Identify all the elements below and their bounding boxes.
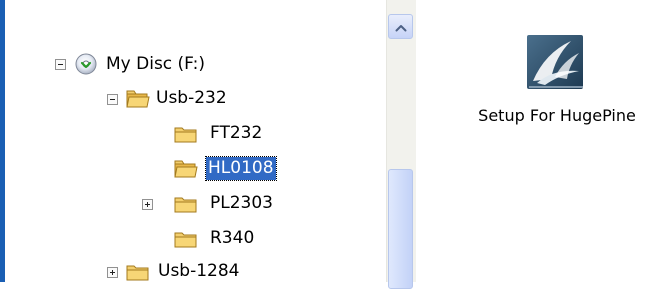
expand-toggle[interactable] — [107, 267, 118, 278]
shortcut-label[interactable]: Setup For HugePine — [462, 106, 652, 125]
tree-node-label[interactable]: FT232 — [208, 122, 264, 145]
desktop-shortcut-setup[interactable]: Setup For HugePine — [462, 28, 652, 138]
setup-app-icon — [525, 31, 587, 98]
folder-open-icon — [126, 89, 150, 114]
tree-node-my-disc[interactable]: My Disc (F:) — [55, 52, 275, 78]
scroll-up-button[interactable] — [388, 14, 413, 39]
tree-node-label[interactable]: R340 — [208, 227, 256, 250]
scroll-up-arrow-icon — [395, 17, 407, 37]
tree-node-usb-232[interactable]: Usb-232 — [107, 87, 307, 113]
tree-node-ft232[interactable]: FT232 — [174, 122, 314, 148]
folder-icon — [174, 124, 198, 149]
tree-node-r340[interactable]: R340 — [174, 227, 314, 253]
tree-node-hl0108[interactable]: HL0108 — [174, 156, 314, 184]
tree-node-label-selected[interactable]: HL0108 — [205, 156, 277, 181]
tree-node-usb-1284[interactable]: Usb-1284 — [107, 260, 307, 286]
folder-open-icon — [174, 159, 198, 184]
tree-node-label[interactable]: Usb-1284 — [156, 260, 242, 283]
tree-node-pl2303[interactable]: PL2303 — [142, 192, 322, 218]
collapse-toggle[interactable] — [55, 59, 66, 70]
folder-icon — [126, 262, 150, 287]
vertical-scrollbar[interactable] — [386, 0, 416, 289]
folder-icon — [174, 194, 198, 219]
disc-icon — [74, 52, 98, 81]
folder-tree-panel: My Disc (F:) Usb-232 FT232 HL0108 PL2303… — [0, 0, 420, 289]
folder-icon — [174, 229, 198, 254]
scroll-thumb[interactable] — [388, 169, 413, 289]
tree-node-label[interactable]: Usb-232 — [154, 87, 229, 110]
tree-node-label[interactable]: My Disc (F:) — [104, 53, 207, 76]
expand-toggle[interactable] — [142, 199, 153, 210]
collapse-toggle[interactable] — [107, 94, 118, 105]
tree-node-label[interactable]: PL2303 — [208, 192, 275, 215]
panel-left-border — [0, 0, 5, 282]
